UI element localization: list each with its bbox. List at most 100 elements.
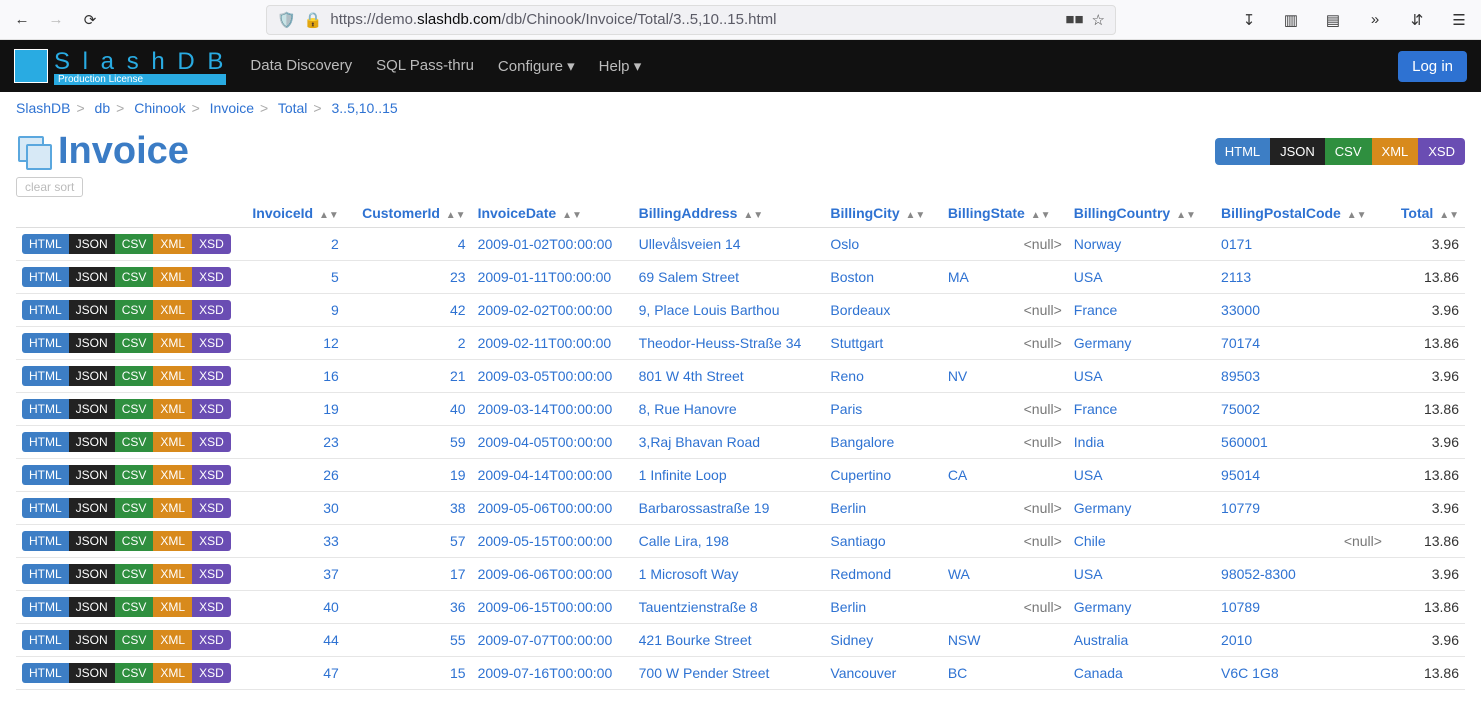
menu-icon[interactable]: ☰ [1445, 6, 1473, 34]
row-fmt-csv[interactable]: CSV [115, 366, 154, 386]
cell-invoiceid[interactable]: 44 [237, 624, 345, 657]
cell-invoicedate[interactable]: 2009-03-05T00:00:00 [472, 360, 633, 393]
row-fmt-xml[interactable]: XML [153, 366, 192, 386]
cell-billingaddress[interactable]: Tauentzienstraße 8 [633, 591, 825, 624]
cell-billingcountry[interactable]: USA [1068, 459, 1215, 492]
cell-billingaddress[interactable]: Ullevålsveien 14 [633, 228, 825, 261]
cell-billingaddress[interactable]: 69 Salem Street [633, 261, 825, 294]
row-fmt-html[interactable]: HTML [22, 564, 69, 584]
reader-icon[interactable]: ▥ [1277, 6, 1305, 34]
breadcrumb-item[interactable]: Invoice [210, 100, 254, 116]
cell-billingcountry[interactable]: Canada [1068, 657, 1215, 690]
row-fmt-csv[interactable]: CSV [115, 399, 154, 419]
row-fmt-xsd[interactable]: XSD [192, 498, 231, 518]
col-invoiceid[interactable]: InvoiceId ▲▼ [237, 199, 345, 228]
cell-billingpostalcode[interactable]: 75002 [1215, 393, 1388, 426]
cell-customerid[interactable]: 21 [345, 360, 472, 393]
row-fmt-csv[interactable]: CSV [115, 663, 154, 683]
row-fmt-html[interactable]: HTML [22, 630, 69, 650]
row-fmt-csv[interactable]: CSV [115, 564, 154, 584]
cell-billingcountry[interactable]: USA [1068, 360, 1215, 393]
star-icon[interactable]: ☆ [1092, 11, 1105, 29]
row-fmt-xml[interactable]: XML [153, 234, 192, 254]
breadcrumb-item[interactable]: Total [278, 100, 308, 116]
row-fmt-xml[interactable]: XML [153, 300, 192, 320]
row-fmt-json[interactable]: JSON [69, 597, 115, 617]
cell-billingpostalcode[interactable]: 89503 [1215, 360, 1388, 393]
cell-billingpostalcode[interactable]: 10779 [1215, 492, 1388, 525]
row-fmt-csv[interactable]: CSV [115, 498, 154, 518]
extensions-icon[interactable]: ⇵ [1403, 6, 1431, 34]
back-icon[interactable]: ← [8, 6, 36, 34]
cell-invoiceid[interactable]: 33 [237, 525, 345, 558]
cell-invoicedate[interactable]: 2009-01-11T00:00:00 [472, 261, 633, 294]
cell-billingcity[interactable]: Cupertino [824, 459, 941, 492]
cell-billingaddress[interactable]: Calle Lira, 198 [633, 525, 825, 558]
row-fmt-xml[interactable]: XML [153, 663, 192, 683]
nav-configure[interactable]: Configure ▾ [498, 57, 575, 75]
row-fmt-csv[interactable]: CSV [115, 531, 154, 551]
cell-billingstate[interactable]: CA [942, 459, 1068, 492]
format-xml[interactable]: XML [1372, 138, 1419, 165]
cell-billingaddress[interactable]: 9, Place Louis Barthou [633, 294, 825, 327]
cell-invoiceid[interactable]: 5 [237, 261, 345, 294]
cell-billingcity[interactable]: Oslo [824, 228, 941, 261]
row-fmt-xml[interactable]: XML [153, 630, 192, 650]
cell-billingstate[interactable]: NSW [942, 624, 1068, 657]
logo[interactable]: S l a s h D B Production License [14, 48, 226, 85]
cell-invoicedate[interactable]: 2009-02-02T00:00:00 [472, 294, 633, 327]
cell-invoiceid[interactable]: 23 [237, 426, 345, 459]
cell-billingcity[interactable]: Berlin [824, 492, 941, 525]
cell-billingcity[interactable]: Boston [824, 261, 941, 294]
row-fmt-html[interactable]: HTML [22, 399, 69, 419]
cell-invoiceid[interactable]: 2 [237, 228, 345, 261]
row-fmt-csv[interactable]: CSV [115, 597, 154, 617]
row-fmt-json[interactable]: JSON [69, 267, 115, 287]
cell-customerid[interactable]: 40 [345, 393, 472, 426]
row-fmt-html[interactable]: HTML [22, 267, 69, 287]
cell-invoicedate[interactable]: 2009-07-16T00:00:00 [472, 657, 633, 690]
cell-customerid[interactable]: 2 [345, 327, 472, 360]
row-fmt-json[interactable]: JSON [69, 564, 115, 584]
cell-billingaddress[interactable]: 8, Rue Hanovre [633, 393, 825, 426]
cell-invoiceid[interactable]: 30 [237, 492, 345, 525]
col-billingcity[interactable]: BillingCity ▲▼ [824, 199, 941, 228]
cell-billingpostalcode[interactable]: V6C 1G8 [1215, 657, 1388, 690]
format-html[interactable]: HTML [1215, 138, 1270, 165]
cell-billingpostalcode[interactable]: 2010 [1215, 624, 1388, 657]
cell-billingcity[interactable]: Bordeaux [824, 294, 941, 327]
row-fmt-json[interactable]: JSON [69, 531, 115, 551]
cell-customerid[interactable]: 55 [345, 624, 472, 657]
row-fmt-xsd[interactable]: XSD [192, 432, 231, 452]
col-billingcountry[interactable]: BillingCountry ▲▼ [1068, 199, 1215, 228]
row-fmt-json[interactable]: JSON [69, 399, 115, 419]
cell-invoicedate[interactable]: 2009-05-15T00:00:00 [472, 525, 633, 558]
cell-billingaddress[interactable]: 700 W Pender Street [633, 657, 825, 690]
breadcrumb-item[interactable]: Chinook [134, 100, 185, 116]
row-fmt-html[interactable]: HTML [22, 663, 69, 683]
row-fmt-html[interactable]: HTML [22, 234, 69, 254]
row-fmt-json[interactable]: JSON [69, 432, 115, 452]
cell-billingcountry[interactable]: France [1068, 393, 1215, 426]
row-fmt-json[interactable]: JSON [69, 663, 115, 683]
col-billingaddress[interactable]: BillingAddress ▲▼ [633, 199, 825, 228]
cell-billingcity[interactable]: Berlin [824, 591, 941, 624]
row-fmt-xsd[interactable]: XSD [192, 267, 231, 287]
cell-billingstate[interactable]: BC [942, 657, 1068, 690]
row-fmt-xml[interactable]: XML [153, 531, 192, 551]
cell-billingcity[interactable]: Paris [824, 393, 941, 426]
row-fmt-json[interactable]: JSON [69, 300, 115, 320]
col-billingpostalcode[interactable]: BillingPostalCode ▲▼ [1215, 199, 1388, 228]
cell-invoiceid[interactable]: 9 [237, 294, 345, 327]
row-fmt-csv[interactable]: CSV [115, 234, 154, 254]
nav-sql-passthru[interactable]: SQL Pass-thru [376, 57, 474, 75]
row-fmt-xml[interactable]: XML [153, 267, 192, 287]
breadcrumb-item[interactable]: db [95, 100, 111, 116]
row-fmt-csv[interactable]: CSV [115, 432, 154, 452]
download-icon[interactable]: ↧ [1235, 6, 1263, 34]
cell-invoiceid[interactable]: 12 [237, 327, 345, 360]
row-fmt-xml[interactable]: XML [153, 333, 192, 353]
cell-invoicedate[interactable]: 2009-04-05T00:00:00 [472, 426, 633, 459]
cell-customerid[interactable]: 4 [345, 228, 472, 261]
cell-billingpostalcode[interactable]: 98052-8300 [1215, 558, 1388, 591]
